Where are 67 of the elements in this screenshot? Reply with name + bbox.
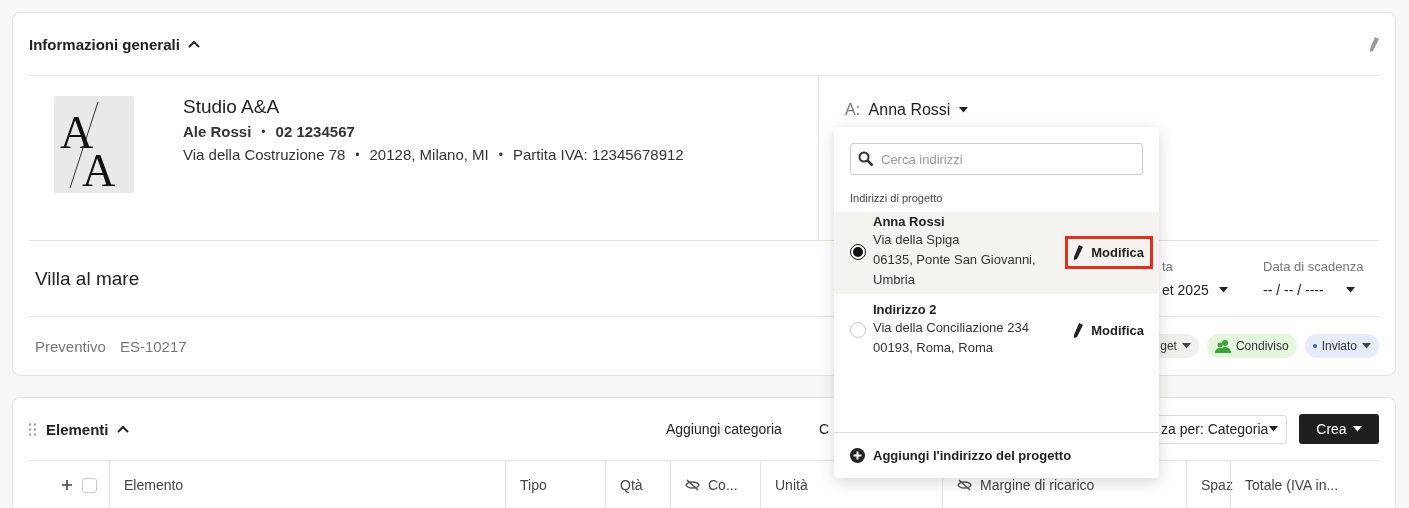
caret-icon <box>958 107 968 113</box>
toolbar-action[interactable]: Aggiungi categoria <box>665 421 782 437</box>
phone-number: 02 1234567 <box>275 123 355 141</box>
caret-icon <box>1362 343 1371 349</box>
create-button[interactable]: Crea <box>1299 414 1379 444</box>
street-address: Via della Costruzione 78 <box>183 146 346 164</box>
eye-off-icon <box>957 479 972 491</box>
date-dropdown[interactable]: et 2025 <box>1162 282 1263 298</box>
dropdown-chip[interactable]: get <box>1159 334 1199 358</box>
select-all-checkbox[interactable] <box>82 477 97 493</box>
vat-number: Partita IVA: 12345678912 <box>512 146 684 164</box>
address-line: Umbria <box>873 271 916 289</box>
column-header[interactable]: Co... <box>670 461 760 508</box>
radio-button[interactable] <box>850 244 866 260</box>
pencil-icon <box>1073 244 1084 260</box>
address-line: 00193, Roma, Roma <box>873 339 994 357</box>
chevron-up-icon <box>116 425 129 433</box>
recipient-dropdown[interactable]: A: Anna Rossi <box>845 101 968 119</box>
project-title: Villa al mare <box>35 267 140 290</box>
address-option[interactable]: Anna Rossi Via della Spiga 06135, Ponte San Giovanni, Umbria Modifica <box>834 212 1159 294</box>
search-field[interactable]: Cerca indirizzi <box>850 143 1143 175</box>
address-name: Anna Rossi <box>873 214 946 230</box>
contact-name: Ale Rossi <box>183 123 252 141</box>
edit-button[interactable] <box>1369 36 1379 52</box>
separator-dot: • <box>498 147 503 164</box>
drag-handle-icon[interactable] <box>29 422 36 436</box>
section-toggle[interactable]: Elementi <box>46 420 129 438</box>
separator-dot: • <box>355 147 360 164</box>
address-line: 06135, Ponte San Giovanni, <box>873 251 1037 269</box>
address-line: Via della Spiga <box>873 231 961 249</box>
caret-icon <box>1269 426 1278 432</box>
address-name: Indirizzo 2 <box>873 302 938 318</box>
people-icon <box>1214 339 1231 353</box>
status-chip[interactable]: Inviato <box>1304 334 1379 358</box>
shared-chip[interactable]: Condiviso <box>1206 334 1297 358</box>
plus-circle-icon <box>850 448 865 463</box>
caret-icon <box>1218 287 1228 293</box>
edit-button[interactable]: Modifica <box>1065 235 1153 269</box>
plus-icon <box>62 480 72 490</box>
document-number: ES-10217 <box>119 337 187 355</box>
city-text: 20128, Milano, MI <box>369 146 489 164</box>
search-icon <box>858 151 874 167</box>
date-label: ta <box>1162 259 1174 274</box>
company-name: Studio A&A <box>183 96 281 118</box>
chevron-up-icon <box>187 40 200 48</box>
column-header[interactable]: Elemento <box>109 461 505 508</box>
address-option[interactable]: Indirizzo 2 Via della Conciliazione 234 00193, Roma, Roma Modifica <box>834 300 1159 362</box>
logo-drawing: A A <box>54 96 134 193</box>
group-by-select[interactable]: za per: Categoria <box>1159 414 1287 444</box>
pencil-icon <box>1369 36 1379 52</box>
section-toggle[interactable]: Informazioni generali <box>29 35 200 53</box>
add-button[interactable] <box>62 480 72 490</box>
separator-dot: • <box>261 124 266 141</box>
caret-icon <box>1346 287 1355 293</box>
document-type: Preventivo <box>35 337 106 355</box>
address-line: Via della Conciliazione 234 <box>873 319 1030 337</box>
caret-icon <box>1352 426 1362 432</box>
column-header[interactable]: Qtà <box>605 461 670 508</box>
edit-button[interactable]: Modifica <box>1065 313 1153 347</box>
date-label: Data di scadenza <box>1263 259 1365 274</box>
column-header[interactable]: Tipo <box>505 461 605 508</box>
eye-off-icon <box>685 479 700 491</box>
section-label: Indirizzi di progetto <box>849 191 944 206</box>
toolbar-action[interactable]: C <box>818 421 829 437</box>
pencil-icon <box>1073 322 1084 338</box>
date-dropdown[interactable]: -- / -- / ---- <box>1263 282 1355 298</box>
caret-icon <box>1181 343 1191 349</box>
